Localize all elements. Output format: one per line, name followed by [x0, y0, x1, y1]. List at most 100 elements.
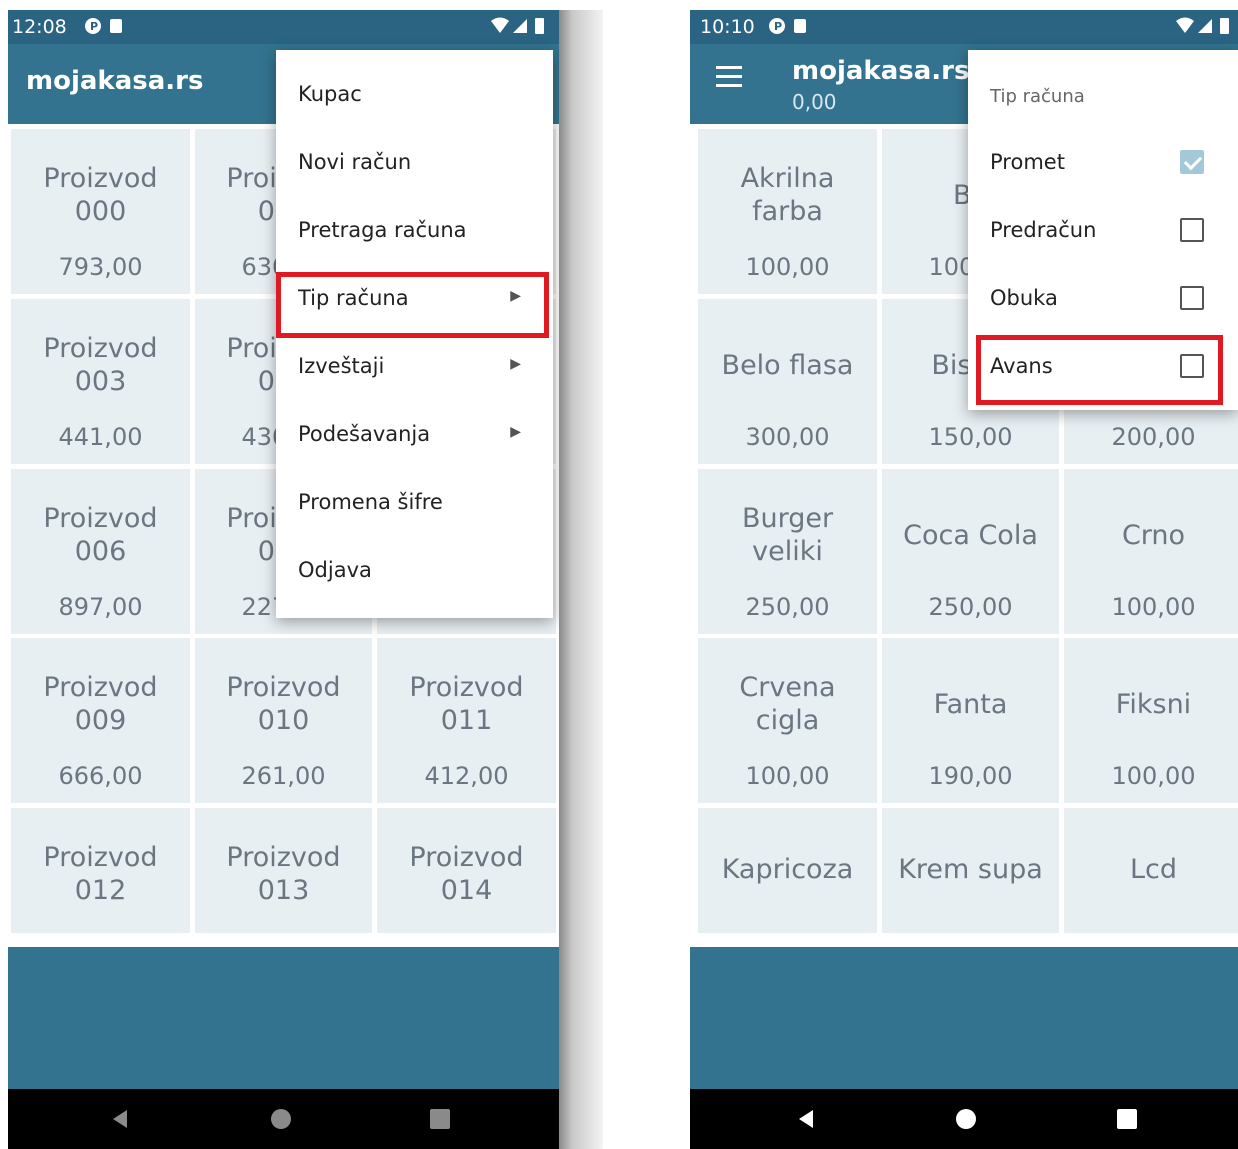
submenu-item[interactable]: Predračun — [968, 198, 1238, 266]
home-button[interactable] — [251, 1089, 311, 1149]
product-name: Crno — [1121, 520, 1186, 551]
phone-left: 12:08 P mojakasa.rs Proizvod 000 793,00 Pro… — [8, 10, 559, 1149]
product-name: Burger — [741, 503, 834, 534]
menu-item-label: Promena šifre — [298, 490, 443, 514]
product-price: 250,00 — [745, 593, 830, 621]
product-name: Lcd — [1129, 854, 1178, 885]
product-tile[interactable]: Proizvod 011 412,00 — [377, 638, 556, 803]
home-icon — [956, 1109, 976, 1129]
recents-button[interactable] — [410, 1089, 470, 1149]
submenu-arrow-icon: ▶ — [510, 424, 521, 440]
product-price: 150,00 — [928, 423, 1013, 451]
product-tile[interactable]: Proizvod 010 261,00 — [195, 638, 372, 803]
recents-icon — [1117, 1109, 1137, 1129]
product-price: 100,00 — [745, 253, 830, 281]
menu-item-label: Odjava — [298, 558, 372, 582]
product-price: 412,00 — [424, 762, 509, 790]
recents-icon — [430, 1109, 450, 1129]
product-price: 200,00 — [1111, 423, 1196, 451]
product-name: Kapricoza — [721, 854, 854, 885]
product-tile[interactable]: Proizvod 014 — [377, 808, 556, 933]
product-name-line2: farba — [752, 196, 823, 227]
status-system-icons — [1174, 15, 1234, 42]
status-notification-icons: P — [768, 16, 816, 41]
checkbox[interactable] — [1180, 286, 1204, 310]
product-name: Proizvod — [409, 672, 524, 703]
product-tile[interactable]: Proizvod 012 — [11, 808, 190, 933]
product-name-line2: 013 — [257, 875, 310, 906]
bottom-panel — [690, 947, 1238, 1089]
product-name-line2: 009 — [74, 705, 127, 736]
product-tile[interactable]: Krem supa — [882, 808, 1059, 933]
product-name: Fanta — [933, 689, 1008, 720]
product-tile[interactable]: Fanta 190,00 — [882, 638, 1059, 803]
product-tile[interactable]: Proizvod 009 666,00 — [11, 638, 190, 803]
product-tile[interactable]: Kapricoza — [698, 808, 877, 933]
product-tile[interactable]: Proizvod 006 897,00 — [11, 469, 190, 634]
product-tile[interactable]: Proizvod 000 793,00 — [11, 129, 190, 294]
back-icon — [113, 1110, 127, 1128]
recents-button[interactable] — [1097, 1089, 1157, 1149]
product-price: 261,00 — [241, 762, 326, 790]
product-name: Proizvod — [409, 842, 524, 873]
product-name: Proizvod — [43, 163, 158, 194]
product-tile[interactable]: Proizvod 013 — [195, 808, 372, 933]
product-name: Coca Cola — [903, 520, 1038, 551]
hamburger-menu-icon[interactable] — [716, 66, 742, 88]
product-name-line2: 014 — [440, 875, 493, 906]
home-button[interactable] — [936, 1089, 996, 1149]
submenu-header: Tip računa — [990, 86, 1085, 107]
product-tile[interactable]: Crvena cigla 100,00 — [698, 638, 877, 803]
product-tile[interactable]: Lcd — [1064, 808, 1238, 933]
highlight-tip-racuna — [276, 272, 549, 338]
nav-bar — [8, 1089, 559, 1149]
back-button[interactable] — [776, 1089, 836, 1149]
product-name-line2: 006 — [74, 536, 127, 567]
menu-item[interactable]: Kupac — [276, 62, 553, 130]
back-icon — [799, 1110, 813, 1128]
product-name: Proizvod — [43, 842, 158, 873]
menu-item[interactable]: Promena šifre — [276, 470, 553, 538]
checkbox[interactable] — [1180, 218, 1204, 242]
product-name: Crvena — [739, 672, 836, 703]
product-name: Proizvod — [226, 842, 341, 873]
menu-item[interactable]: Pretraga računa — [276, 198, 553, 266]
submenu-item[interactable]: Obuka — [968, 266, 1238, 334]
product-name: Fiksni — [1115, 689, 1192, 720]
product-tile[interactable]: Fiksni 100,00 — [1064, 638, 1238, 803]
submenu-arrow-icon: ▶ — [510, 356, 521, 372]
product-tile[interactable]: Akrilna farba 100,00 — [698, 129, 877, 294]
product-price: 100,00 — [745, 762, 830, 790]
product-tile[interactable]: Burger veliki 250,00 — [698, 469, 877, 634]
menu-item[interactable]: Izveštaji ▶ — [276, 334, 553, 402]
svg-text:P: P — [774, 20, 788, 33]
product-tile[interactable]: Coca Cola 250,00 — [882, 469, 1059, 634]
checkbox[interactable] — [1180, 150, 1204, 174]
status-notification-icons: P — [84, 16, 132, 41]
product-name-line2: veliki — [752, 536, 823, 567]
screenshot-divider-shadow — [559, 10, 603, 1149]
product-name-line2: cigla — [755, 705, 820, 736]
back-button[interactable] — [90, 1089, 150, 1149]
app-title: mojakasa.rs — [792, 56, 970, 86]
product-name-line2: 010 — [257, 705, 310, 736]
submenu-item[interactable]: Promet — [968, 130, 1238, 198]
product-tile[interactable]: Proizvod 003 441,00 — [11, 299, 190, 464]
menu-item[interactable]: Odjava — [276, 538, 553, 606]
product-name-line2: 011 — [440, 705, 493, 736]
product-price: 897,00 — [58, 593, 143, 621]
product-name-line2: 000 — [74, 196, 127, 227]
menu-item-label: Kupac — [298, 82, 362, 106]
home-icon — [271, 1109, 291, 1129]
status-system-icons — [489, 15, 549, 42]
product-name-line2: 012 — [74, 875, 127, 906]
product-price: 666,00 — [58, 762, 143, 790]
notification-icons: P — [85, 18, 122, 34]
menu-item[interactable]: Podešavanja ▶ — [276, 402, 553, 470]
menu-item[interactable]: Novi račun — [276, 130, 553, 198]
product-price: 441,00 — [58, 423, 143, 451]
product-tile[interactable]: Crno 100,00 — [1064, 469, 1238, 634]
submenu-item-label: Obuka — [990, 286, 1058, 310]
bottom-panel — [8, 947, 559, 1089]
product-tile[interactable]: Belo flasa 300,00 — [698, 299, 877, 464]
